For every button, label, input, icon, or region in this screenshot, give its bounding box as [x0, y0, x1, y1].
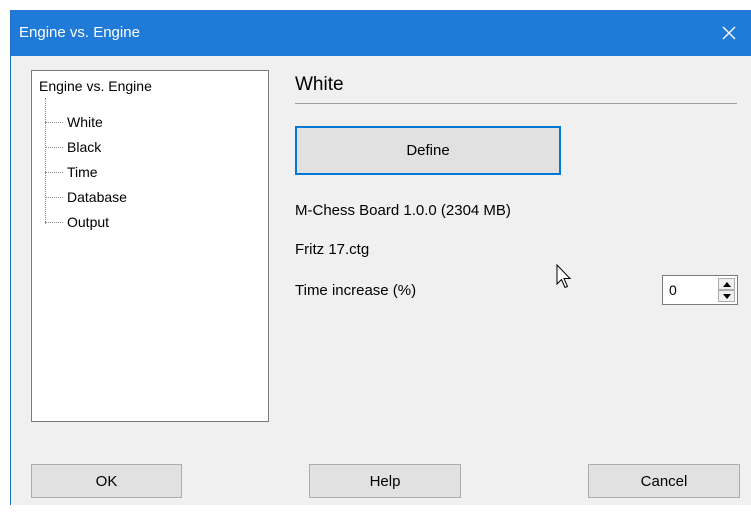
tree-branch-line	[45, 146, 63, 148]
define-button-label: Define	[406, 142, 450, 159]
tree-branch-line	[45, 171, 63, 173]
close-icon	[722, 26, 736, 40]
tree-item-label: Time	[67, 164, 98, 180]
time-increase-value[interactable]: 0	[669, 282, 677, 298]
time-increase-spinner[interactable]: 0	[662, 275, 738, 305]
opening-book-info: Fritz 17.ctg	[295, 241, 370, 258]
tree-item-database[interactable]: Database	[45, 187, 129, 207]
cancel-button[interactable]: Cancel	[588, 464, 740, 498]
panel-heading: White	[295, 74, 344, 95]
close-button[interactable]	[706, 10, 751, 56]
tree-item-output[interactable]: Output	[45, 212, 111, 232]
help-button[interactable]: Help	[309, 464, 461, 498]
spin-down-button[interactable]	[718, 290, 735, 302]
engine-info: M-Chess Board 1.0.0 (2304 MB)	[295, 202, 511, 219]
ok-button[interactable]: OK	[31, 464, 182, 498]
tree-branch-line	[45, 221, 63, 223]
help-button-label: Help	[369, 472, 401, 490]
tree-item-label: Database	[67, 189, 127, 205]
tree-item-label: Output	[67, 214, 110, 230]
tree-item-label: White	[67, 114, 103, 130]
ok-button-label: OK	[95, 472, 118, 490]
tree-branch-line	[45, 121, 63, 123]
time-increase-label: Time increase (%)	[295, 282, 417, 299]
cancel-button-label: Cancel	[640, 472, 688, 490]
heading-divider	[295, 103, 737, 104]
spinner-buttons	[718, 278, 735, 302]
tree-item-label: Black	[67, 139, 102, 155]
tree-root[interactable]: Engine vs. Engine	[39, 78, 152, 94]
dialog-window: Engine vs. Engine Engine vs. Engine Whit…	[10, 10, 751, 505]
window-title: Engine vs. Engine	[19, 24, 140, 41]
define-button[interactable]: Define	[295, 126, 561, 175]
tree-item-black[interactable]: Black	[45, 137, 103, 157]
arrow-down-icon	[722, 293, 731, 299]
tree-branch-line	[45, 196, 63, 198]
mouse-pointer-icon	[556, 264, 572, 289]
settings-tree[interactable]: Engine vs. Engine White Black Time Datab…	[31, 70, 269, 422]
arrow-up-icon	[722, 281, 731, 287]
spin-up-button[interactable]	[718, 278, 735, 290]
title-bar[interactable]: Engine vs. Engine	[11, 10, 751, 56]
tree-item-white[interactable]: White	[45, 112, 105, 132]
tree-item-time[interactable]: Time	[45, 162, 100, 182]
